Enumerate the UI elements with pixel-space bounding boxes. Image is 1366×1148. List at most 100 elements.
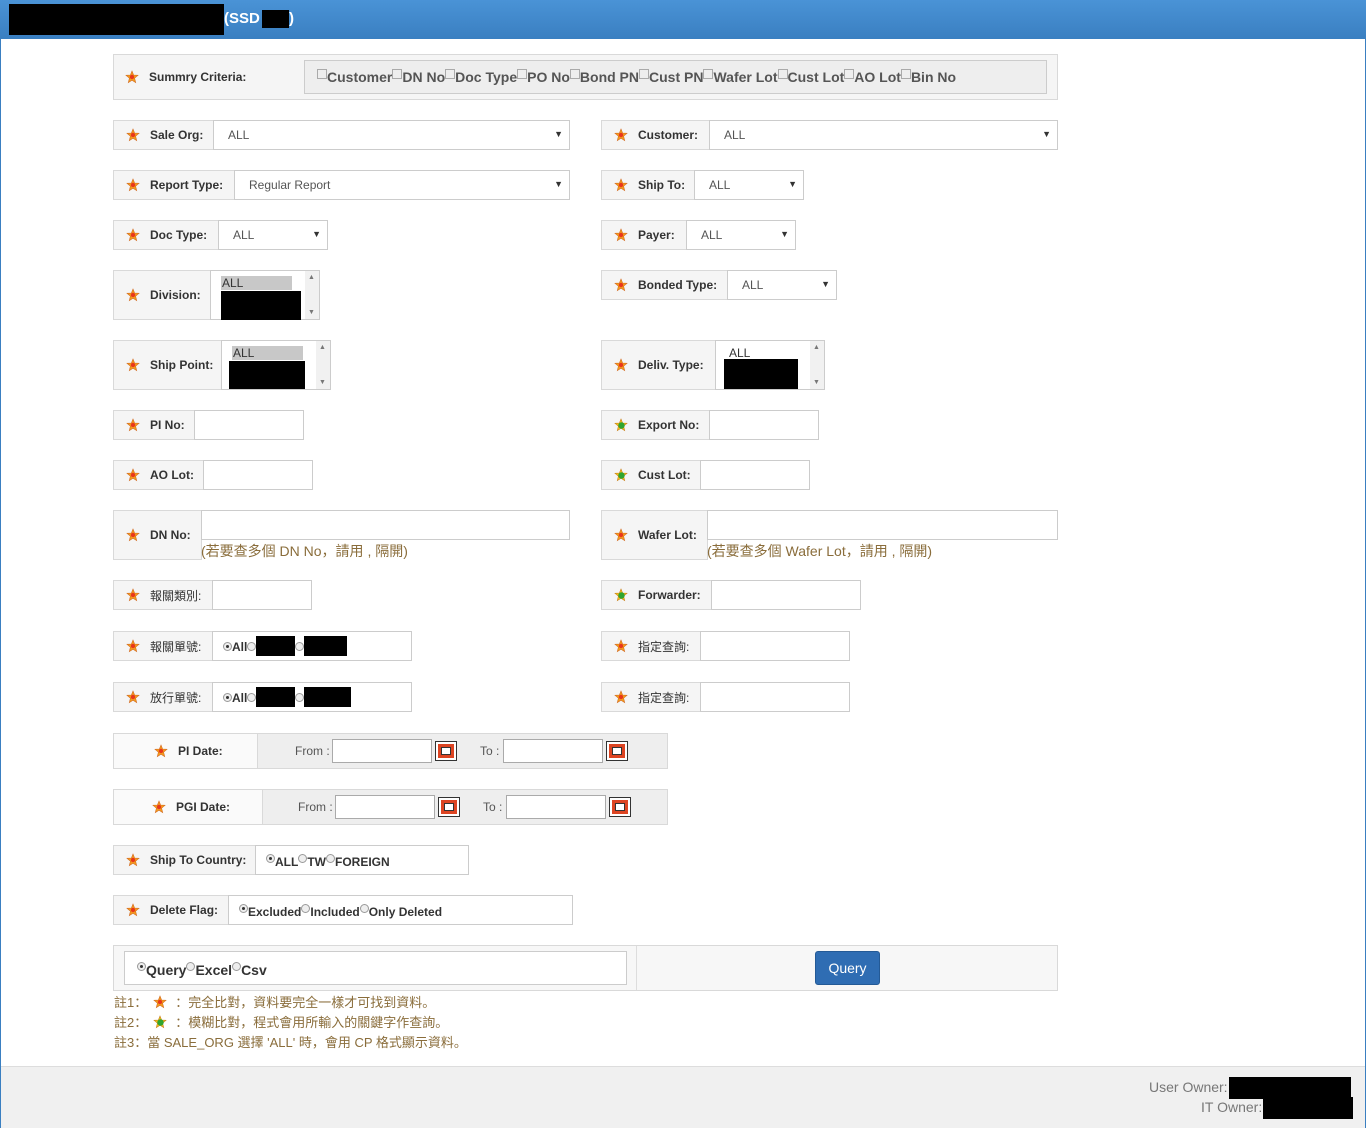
exact-match-icon — [126, 418, 140, 432]
pi-date-to-label: To : — [480, 744, 500, 758]
scroll-up-icon[interactable]: ▲ — [308, 274, 315, 281]
pi-no-input[interactable] — [194, 410, 304, 440]
ao-lot-input[interactable] — [203, 460, 313, 490]
pgi-date-to-input[interactable] — [506, 795, 606, 819]
wafer-lot-input[interactable] — [707, 510, 1058, 540]
sale-org-select[interactable]: ALL ▼ — [213, 120, 570, 150]
specified-query-2-label-text: 指定查詢: — [638, 690, 690, 705]
output-radio-csv[interactable] — [232, 961, 242, 971]
radio-all[interactable] — [223, 641, 232, 651]
checkbox-doc-type[interactable] — [445, 69, 456, 79]
export-no-label-text: Export No: — [638, 418, 700, 432]
ship-point-listbox[interactable]: ALL ▲ ▼ — [221, 340, 331, 390]
radio-all[interactable] — [223, 692, 232, 702]
checkbox-ao-lot[interactable] — [844, 69, 855, 79]
radio-option-2[interactable] — [247, 692, 257, 702]
pi-date-to-input[interactable] — [503, 739, 603, 763]
redacted-option — [304, 636, 348, 656]
ship-point-option-all[interactable]: ALL — [232, 346, 303, 360]
scroll-up-icon[interactable]: ▲ — [813, 344, 820, 351]
division-option-all[interactable]: ALL — [221, 276, 292, 290]
checkbox-wafer-lot[interactable] — [703, 69, 714, 79]
it-owner-label: IT Owner: — [1201, 1099, 1263, 1115]
calendar-icon[interactable] — [606, 741, 628, 761]
exact-match-icon — [152, 800, 166, 814]
calendar-icon[interactable] — [435, 741, 457, 761]
exact-match-icon — [125, 70, 139, 84]
checkbox-bond-pn[interactable] — [569, 69, 580, 79]
specified-query-1-input[interactable] — [700, 631, 850, 661]
output-radio-excel[interactable] — [186, 961, 196, 971]
export-no-input[interactable] — [709, 410, 819, 440]
country-radio-tw[interactable] — [298, 853, 308, 863]
calendar-icon[interactable] — [438, 797, 460, 817]
pi-date-label: PI Date: — [113, 733, 258, 769]
exact-match-icon — [126, 358, 140, 372]
redacted-option — [221, 291, 301, 320]
exact-match-icon — [614, 358, 628, 372]
deliv-type-option-all[interactable]: ALL — [728, 346, 789, 360]
note-1: 註1： ：完全比對，資料要完全一樣才可找到資料。 — [114, 992, 435, 1011]
report-type-select[interactable]: Regular Report ▼ — [234, 170, 570, 200]
scrollbar[interactable]: ▲ ▼ — [316, 341, 330, 389]
country-radio-foreign[interactable] — [325, 853, 335, 863]
scrollbar[interactable]: ▲ ▼ — [305, 271, 319, 319]
pi-date-from-input[interactable] — [332, 739, 432, 763]
division-listbox[interactable]: ALL ▲ ▼ — [210, 270, 320, 320]
pgi-date-label-text: PGI Date: — [176, 800, 231, 814]
doc-type-label: Doc Type: — [113, 220, 219, 250]
forwarder-label: Forwarder: — [601, 580, 712, 610]
payer-select[interactable]: ALL ▼ — [686, 220, 796, 250]
checkbox-customer[interactable] — [317, 69, 327, 79]
specified-query-2-input[interactable] — [700, 682, 850, 712]
note-2-prefix: 註2： — [114, 1015, 148, 1030]
summary-options: Customer DN No Doc Type PO No Bond PN Cust PN… — [317, 68, 956, 86]
customer-select[interactable]: ALL ▼ — [709, 120, 1058, 150]
customs-category-label: 報關類別: — [113, 580, 213, 610]
delete-flag-radio-only-deleted[interactable] — [359, 903, 369, 913]
dropdown-arrow-icon: ▼ — [312, 229, 321, 239]
radio-option-2[interactable] — [247, 641, 257, 651]
output-radio-query[interactable] — [137, 961, 146, 971]
query-button[interactable]: Query — [815, 951, 880, 985]
radio-option-3[interactable] — [295, 692, 305, 702]
scrollbar[interactable]: ▲ ▼ — [810, 341, 824, 389]
deliv-type-listbox[interactable]: ALL ▲ ▼ — [715, 340, 825, 390]
scroll-down-icon[interactable]: ▼ — [813, 379, 820, 386]
cust-lot-input[interactable] — [700, 460, 810, 490]
redacted-title — [9, 4, 224, 35]
checkbox-label-cust-pn: Cust PN — [649, 69, 704, 85]
scroll-up-icon[interactable]: ▲ — [319, 344, 326, 351]
checkbox-cust-pn[interactable] — [639, 69, 650, 79]
country-radio-all[interactable] — [266, 853, 275, 863]
exact-match-icon — [126, 588, 140, 602]
delete-flag-radio-included[interactable] — [301, 903, 311, 913]
radio-option-3[interactable] — [295, 641, 305, 651]
delete-flag-radio-excluded[interactable] — [239, 903, 248, 913]
wafer-lot-label-text: Wafer Lot: — [638, 528, 697, 542]
delete-flag-label-text: Delete Flag: — [150, 903, 219, 917]
doc-type-select[interactable]: ALL ▼ — [218, 220, 328, 250]
divider — [636, 946, 637, 990]
page-title: (SSD — [224, 10, 260, 27]
bonded-type-label: Bonded Type: — [601, 270, 728, 300]
scroll-down-icon[interactable]: ▼ — [308, 309, 315, 316]
pgi-date-from-input[interactable] — [335, 795, 435, 819]
scroll-down-icon[interactable]: ▼ — [319, 379, 326, 386]
forwarder-input[interactable] — [711, 580, 861, 610]
checkbox-cust-lot[interactable] — [777, 69, 788, 79]
ship-point-label: Ship Point: — [113, 340, 222, 390]
bonded-type-value: ALL — [742, 278, 764, 292]
checkbox-bin-no[interactable] — [900, 69, 911, 79]
dn-no-input[interactable] — [201, 510, 570, 540]
exact-match-icon — [126, 288, 140, 302]
checkbox-po-no[interactable] — [517, 69, 528, 79]
summary-criteria-label: Summry Criteria: — [113, 54, 294, 100]
calendar-icon[interactable] — [609, 797, 631, 817]
checkbox-dn-no[interactable] — [392, 69, 403, 79]
dn-no-hint: (若要查多個 DN No，請用 , 隔開) — [201, 543, 408, 559]
checkbox-label-po-no: PO No — [527, 69, 570, 85]
customs-category-input[interactable] — [212, 580, 312, 610]
bonded-type-select[interactable]: ALL ▼ — [727, 270, 837, 300]
ship-to-select[interactable]: ALL ▼ — [694, 170, 804, 200]
